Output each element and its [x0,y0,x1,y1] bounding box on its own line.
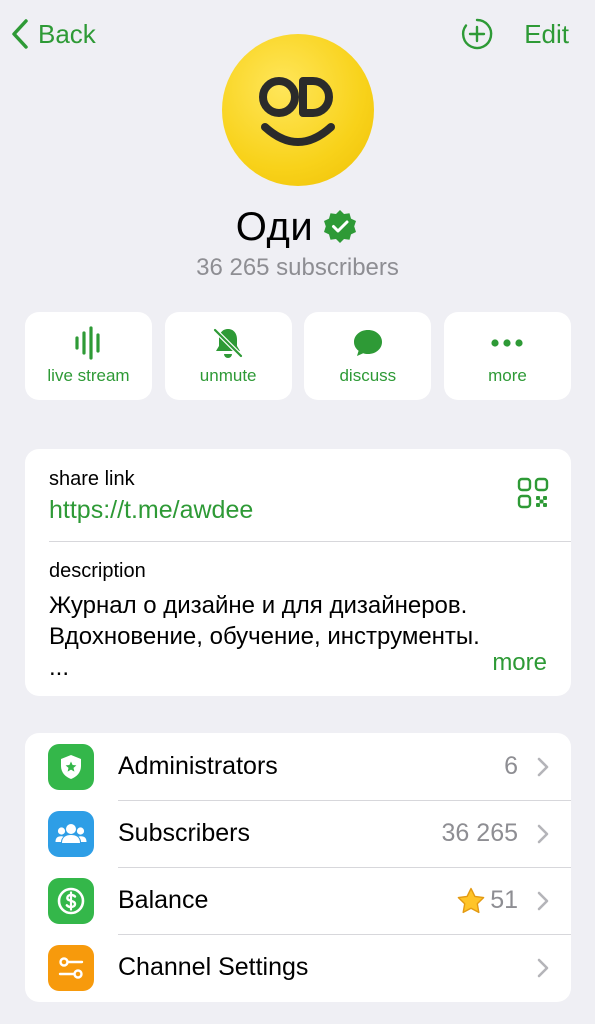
bell-slash-icon [212,327,244,359]
action-label: more [488,366,527,385]
star-icon [457,887,485,913]
live-stream-icon [74,326,100,360]
edit-button[interactable]: Edit [524,19,569,50]
channel-avatar[interactable] [222,34,374,186]
dollar-icon [48,877,94,924]
menu-item-administrators[interactable]: Administrators 6 [25,733,571,800]
subscriber-count: 36 265 subscribers [196,254,399,281]
description-text: Журнал о дизайне и для дизайнеров. Вдохн… [49,590,549,683]
description-line: Журнал о дизайне и для дизайнеров. [49,592,468,619]
channel-title: Оди [235,204,314,249]
people-icon [48,810,94,857]
description-line: Вдохновение, обучение, инструменты. [49,623,480,650]
menu-item-channel-settings[interactable]: Channel Settings [25,934,571,1001]
add-icon[interactable] [460,17,494,51]
share-link-label: share link [49,468,135,490]
menu-label: Subscribers [118,819,250,847]
live-stream-button[interactable]: live stream [25,312,152,400]
share-link[interactable]: https://t.me/awdee [49,496,253,525]
description-label: description [49,560,146,582]
chevron-right-icon [537,891,549,911]
verified-badge-icon [321,208,359,246]
ellipsis-icon [491,339,524,347]
menu-item-subscribers[interactable]: Subscribers 36 265 [25,800,571,867]
back-label: Back [38,18,96,49]
balance-value: 51 [456,886,518,915]
menu-label: Administrators [118,752,278,780]
discuss-button[interactable]: discuss [304,312,432,400]
menu-value: 6 [504,752,518,780]
menu-value: 36 265 [441,819,518,847]
shield-star-icon [48,743,94,790]
more-button[interactable]: more [443,312,571,400]
menu-value: 51 [490,886,518,914]
divider [49,541,571,542]
menu-label: Balance [118,886,209,914]
unmute-button[interactable]: unmute [164,312,292,400]
chevron-right-icon [537,824,549,844]
odi-logo-icon [259,77,335,146]
chevron-right-icon [537,958,549,978]
action-label: live stream [47,366,130,385]
action-label: unmute [199,366,257,385]
menu-item-balance[interactable]: Balance 51 [25,867,571,934]
description-more-link[interactable]: more [492,649,547,677]
qr-code-icon[interactable] [517,477,549,514]
chevron-left-icon [12,19,28,49]
description-line: ... [49,654,70,681]
sliders-icon [48,944,94,991]
chevron-right-icon [537,757,549,777]
action-label: discuss [339,366,397,385]
back-button[interactable]: Back [10,14,96,54]
channel-info-card: share link https://t.me/awdee descriptio… [25,449,571,696]
chat-bubble-icon [353,330,382,356]
menu-label: Channel Settings [118,953,309,981]
channel-menu: Administrators 6 Subscribers 36 265 Bala… [25,733,571,1002]
